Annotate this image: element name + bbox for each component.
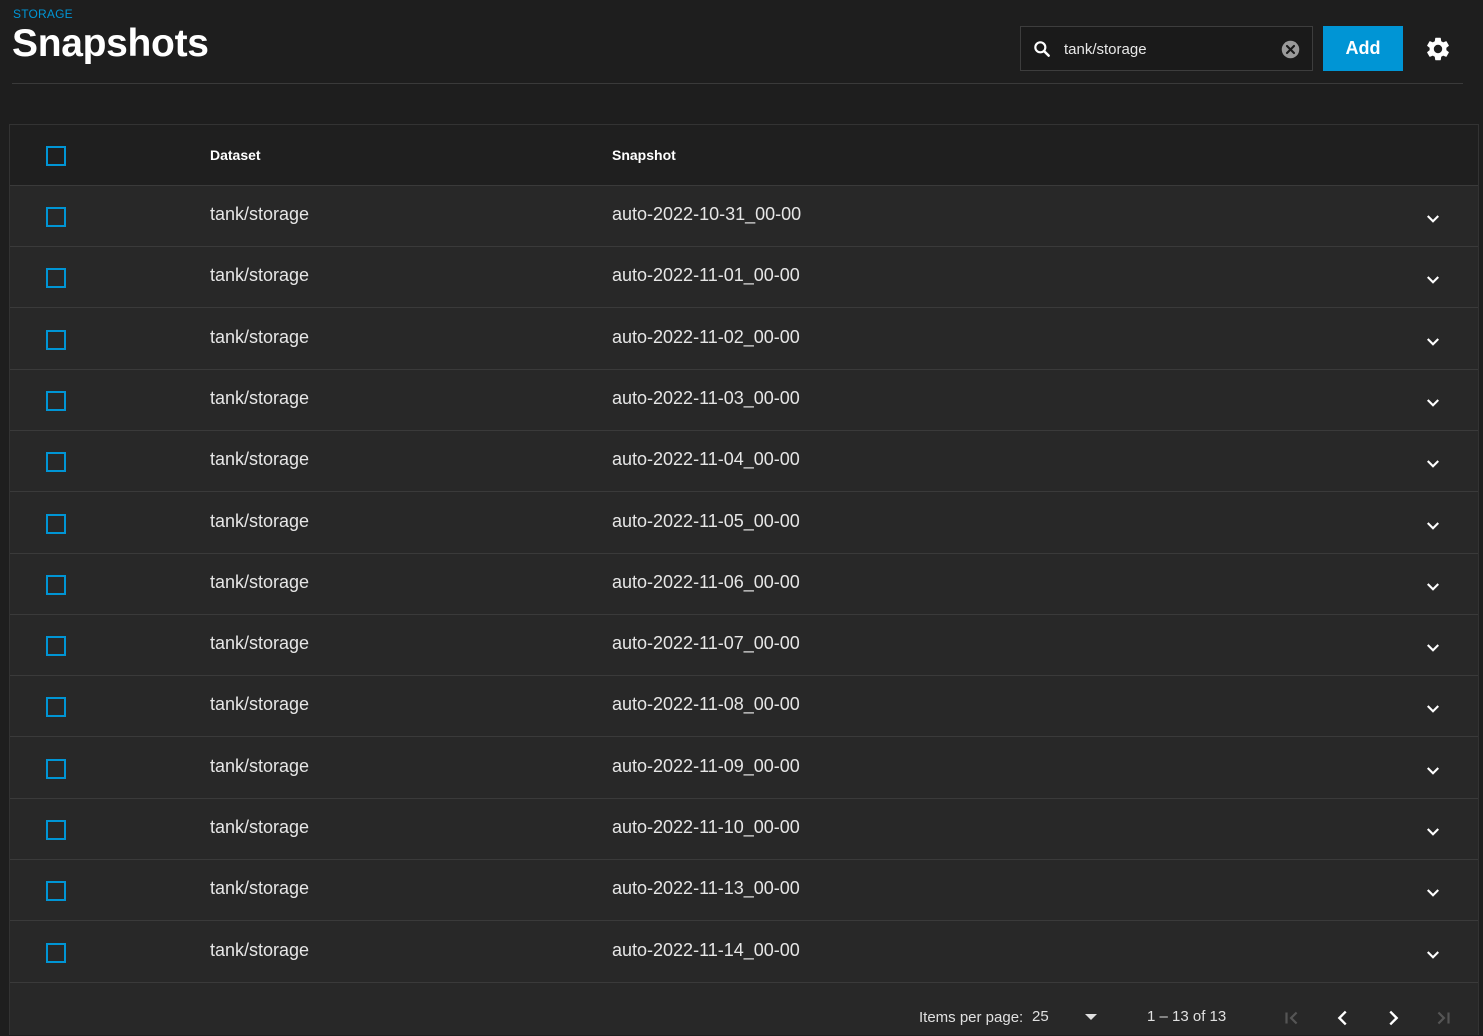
chevron-down-icon[interactable] bbox=[1424, 700, 1442, 718]
row-checkbox[interactable] bbox=[46, 513, 66, 534]
snapshot-cell: auto-2022-11-05_00-00 bbox=[612, 510, 800, 531]
row-checkbox[interactable] bbox=[46, 452, 66, 473]
snapshot-cell: auto-2022-11-06_00-00 bbox=[612, 571, 800, 592]
snapshot-cell: auto-2022-11-03_00-00 bbox=[612, 387, 800, 408]
page-title: Snapshots bbox=[12, 22, 209, 65]
dataset-cell: tank/storage bbox=[210, 387, 310, 408]
search-input[interactable] bbox=[1064, 39, 1264, 59]
snapshot-cell: auto-2022-11-07_00-00 bbox=[612, 633, 800, 654]
table-row[interactable]: tank/storage auto-2022-11-02_00-00 bbox=[10, 309, 1478, 370]
dataset-cell: tank/storage bbox=[210, 449, 310, 470]
items-per-page-label: Items per page: bbox=[919, 1009, 1024, 1026]
last-page-icon[interactable] bbox=[1432, 1007, 1454, 1029]
column-header-dataset[interactable]: Dataset bbox=[210, 147, 261, 163]
dataset-cell: tank/storage bbox=[210, 755, 310, 776]
clear-icon[interactable] bbox=[1280, 39, 1301, 60]
row-checkbox[interactable] bbox=[46, 820, 66, 840]
row-checkbox[interactable] bbox=[46, 942, 66, 963]
dataset-cell: tank/storage bbox=[210, 326, 310, 347]
snapshot-cell: auto-2022-11-09_00-00 bbox=[612, 755, 800, 776]
chevron-down-icon[interactable] bbox=[1424, 333, 1442, 351]
select-all-checkbox[interactable] bbox=[46, 146, 66, 166]
table-row[interactable]: tank/storage auto-2022-11-04_00-00 bbox=[10, 431, 1478, 493]
search-icon bbox=[1034, 41, 1050, 57]
chevron-down-icon[interactable] bbox=[1424, 946, 1442, 964]
row-checkbox[interactable] bbox=[46, 697, 66, 718]
chevron-down-icon[interactable] bbox=[1424, 394, 1442, 412]
dataset-cell: tank/storage bbox=[210, 939, 310, 960]
column-header-snapshot[interactable]: Snapshot bbox=[612, 147, 676, 163]
items-per-page-select[interactable]: 25 bbox=[1032, 1008, 1049, 1025]
table-row[interactable]: tank/storage auto-2022-11-08_00-00 bbox=[10, 676, 1478, 738]
chevron-down-icon[interactable] bbox=[1424, 884, 1442, 902]
snapshot-cell: auto-2022-11-04_00-00 bbox=[612, 449, 800, 470]
row-checkbox[interactable] bbox=[46, 574, 66, 595]
row-checkbox[interactable] bbox=[46, 268, 66, 289]
snapshot-cell: auto-2022-11-13_00-00 bbox=[612, 878, 800, 899]
row-checkbox[interactable] bbox=[46, 636, 66, 657]
row-checkbox[interactable] bbox=[46, 207, 66, 227]
breadcrumb[interactable]: STORAGE bbox=[13, 7, 73, 21]
chevron-down-icon[interactable] bbox=[1424, 762, 1442, 780]
header-divider bbox=[12, 83, 1463, 84]
dataset-cell: tank/storage bbox=[210, 633, 310, 654]
table-row[interactable]: tank/storage auto-2022-11-09_00-00 bbox=[10, 738, 1478, 799]
row-checkbox[interactable] bbox=[46, 390, 66, 411]
chevron-down-icon[interactable] bbox=[1424, 210, 1442, 228]
snapshot-cell: auto-2022-11-01_00-00 bbox=[612, 265, 800, 286]
snapshot-cell: auto-2022-10-31_00-00 bbox=[612, 204, 802, 224]
table-header: Dataset Snapshot bbox=[10, 125, 1478, 186]
snapshot-cell: auto-2022-11-02_00-00 bbox=[612, 326, 800, 347]
first-page-icon[interactable] bbox=[1281, 1007, 1303, 1029]
dropdown-arrow-icon[interactable] bbox=[1081, 1009, 1101, 1025]
chevron-down-icon[interactable] bbox=[1424, 455, 1442, 473]
row-checkbox[interactable] bbox=[46, 329, 66, 350]
table-row[interactable]: tank/storage auto-2022-11-10_00-00 bbox=[10, 799, 1478, 860]
chevron-down-icon[interactable] bbox=[1424, 517, 1442, 535]
dataset-cell: tank/storage bbox=[210, 694, 310, 715]
table-row[interactable]: tank/storage auto-2022-11-07_00-00 bbox=[10, 615, 1478, 677]
dataset-cell: tank/storage bbox=[210, 265, 310, 286]
dataset-cell: tank/storage bbox=[210, 571, 310, 592]
gear-icon[interactable] bbox=[1424, 35, 1452, 63]
table-row[interactable]: tank/storage auto-2022-11-03_00-00 bbox=[10, 370, 1478, 431]
table-row[interactable]: tank/storage auto-2022-11-05_00-00 bbox=[10, 493, 1478, 554]
table-row[interactable]: tank/storage auto-2022-11-13_00-00 bbox=[10, 860, 1478, 922]
range-label: 1 – 13 of 13 bbox=[1147, 1008, 1227, 1025]
table-row[interactable]: tank/storage auto-2022-11-01_00-00 bbox=[10, 247, 1478, 309]
dataset-cell: tank/storage bbox=[210, 204, 310, 224]
snapshot-cell: auto-2022-11-08_00-00 bbox=[612, 694, 800, 715]
table-row[interactable]: tank/storage auto-2022-11-14_00-00 bbox=[10, 922, 1478, 983]
dataset-cell: tank/storage bbox=[210, 510, 310, 531]
dataset-cell: tank/storage bbox=[210, 817, 310, 837]
table-row[interactable]: tank/storage auto-2022-11-06_00-00 bbox=[10, 554, 1478, 615]
paginator: Items per page: 25 1 – 13 of 13 bbox=[10, 982, 1478, 1036]
chevron-down-icon[interactable] bbox=[1424, 823, 1442, 841]
snapshot-cell: auto-2022-11-14_00-00 bbox=[612, 939, 800, 960]
table-row[interactable]: tank/storage auto-2022-10-31_00-00 bbox=[10, 186, 1478, 247]
row-checkbox[interactable] bbox=[46, 881, 66, 902]
dataset-cell: tank/storage bbox=[210, 878, 310, 899]
snapshot-cell: auto-2022-11-10_00-00 bbox=[612, 817, 800, 837]
chevron-down-icon[interactable] bbox=[1424, 639, 1442, 657]
chevron-down-icon[interactable] bbox=[1424, 271, 1442, 289]
row-checkbox[interactable] bbox=[46, 758, 66, 779]
add-button[interactable]: Add bbox=[1323, 26, 1403, 71]
chevron-down-icon[interactable] bbox=[1424, 578, 1442, 596]
page-header: STORAGE Snapshots Add bbox=[0, 0, 1483, 84]
snapshots-table: Dataset Snapshot tank/storage auto-2022-1… bbox=[9, 124, 1479, 1035]
chevron-right-icon[interactable] bbox=[1382, 1007, 1404, 1029]
chevron-left-icon[interactable] bbox=[1332, 1007, 1354, 1029]
search-box[interactable] bbox=[1020, 26, 1313, 71]
